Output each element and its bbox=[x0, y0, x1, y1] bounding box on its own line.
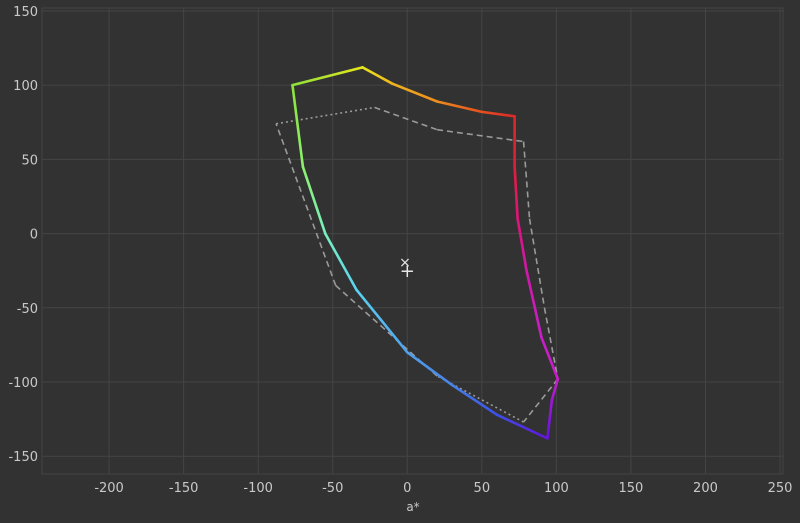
y-axis-label: b bbox=[0, 241, 3, 249]
grid bbox=[41, 7, 784, 475]
gamut-segment bbox=[516, 217, 528, 272]
x-tick-label: -200 bbox=[94, 481, 124, 496]
gamut-segment bbox=[513, 165, 519, 221]
marker-plus: + bbox=[400, 261, 415, 282]
x-tick-label: -150 bbox=[169, 481, 199, 496]
gamut-segment bbox=[323, 232, 358, 292]
gamut-segment bbox=[355, 288, 409, 354]
y-tick-label: -50 bbox=[17, 302, 38, 317]
gamut-segment bbox=[405, 351, 454, 387]
gamut-segment bbox=[291, 66, 364, 87]
gamut-segment bbox=[480, 110, 516, 118]
gamut-segment bbox=[301, 165, 327, 235]
reference-gamut-segment bbox=[275, 106, 375, 125]
gamut-plot: ×+ -200 -150 -100 -50 0 50 100 150 200 250 -150 -10… bbox=[0, 5, 792, 514]
x-axis-label: a* bbox=[406, 500, 419, 514]
y-tick-label: -100 bbox=[8, 376, 38, 391]
y-tick-label: 50 bbox=[21, 153, 38, 168]
x-tick-label: -50 bbox=[322, 481, 343, 496]
gamut-segment bbox=[450, 383, 499, 416]
reference-gamut-segment bbox=[543, 307, 559, 380]
y-tick-label: 100 bbox=[13, 79, 38, 94]
reference-gamut-segment bbox=[374, 106, 438, 131]
x-tick-label: 50 bbox=[474, 481, 491, 496]
gamut-segment bbox=[391, 82, 439, 103]
y-tick-label: -150 bbox=[8, 450, 38, 465]
reference-gamut-segment bbox=[275, 123, 337, 286]
white-point-markers: ×+ bbox=[399, 255, 415, 282]
gamut-segment bbox=[291, 83, 305, 169]
gamut-segment bbox=[495, 413, 549, 440]
x-tick-label: 200 bbox=[693, 481, 718, 496]
gamut-segment bbox=[435, 100, 484, 114]
x-tick-label: -100 bbox=[243, 481, 273, 496]
gamut-segment bbox=[540, 336, 560, 381]
plot-frame bbox=[41, 7, 784, 475]
gamut-segment bbox=[361, 66, 394, 85]
tick-labels: -200 -150 -100 -50 0 50 100 150 200 250 -150 -100 -5… bbox=[8, 5, 792, 496]
x-tick-label: 0 bbox=[403, 481, 411, 496]
gamut-segment bbox=[546, 398, 554, 440]
reference-gamut-segment bbox=[522, 141, 531, 219]
y-tick-label: 0 bbox=[30, 228, 38, 243]
x-tick-label: 150 bbox=[619, 481, 644, 496]
y-tick-label: 150 bbox=[13, 5, 38, 20]
reference-gamut-segment bbox=[436, 128, 524, 143]
x-tick-label: 250 bbox=[768, 481, 793, 496]
x-tick-label: 100 bbox=[544, 481, 569, 496]
